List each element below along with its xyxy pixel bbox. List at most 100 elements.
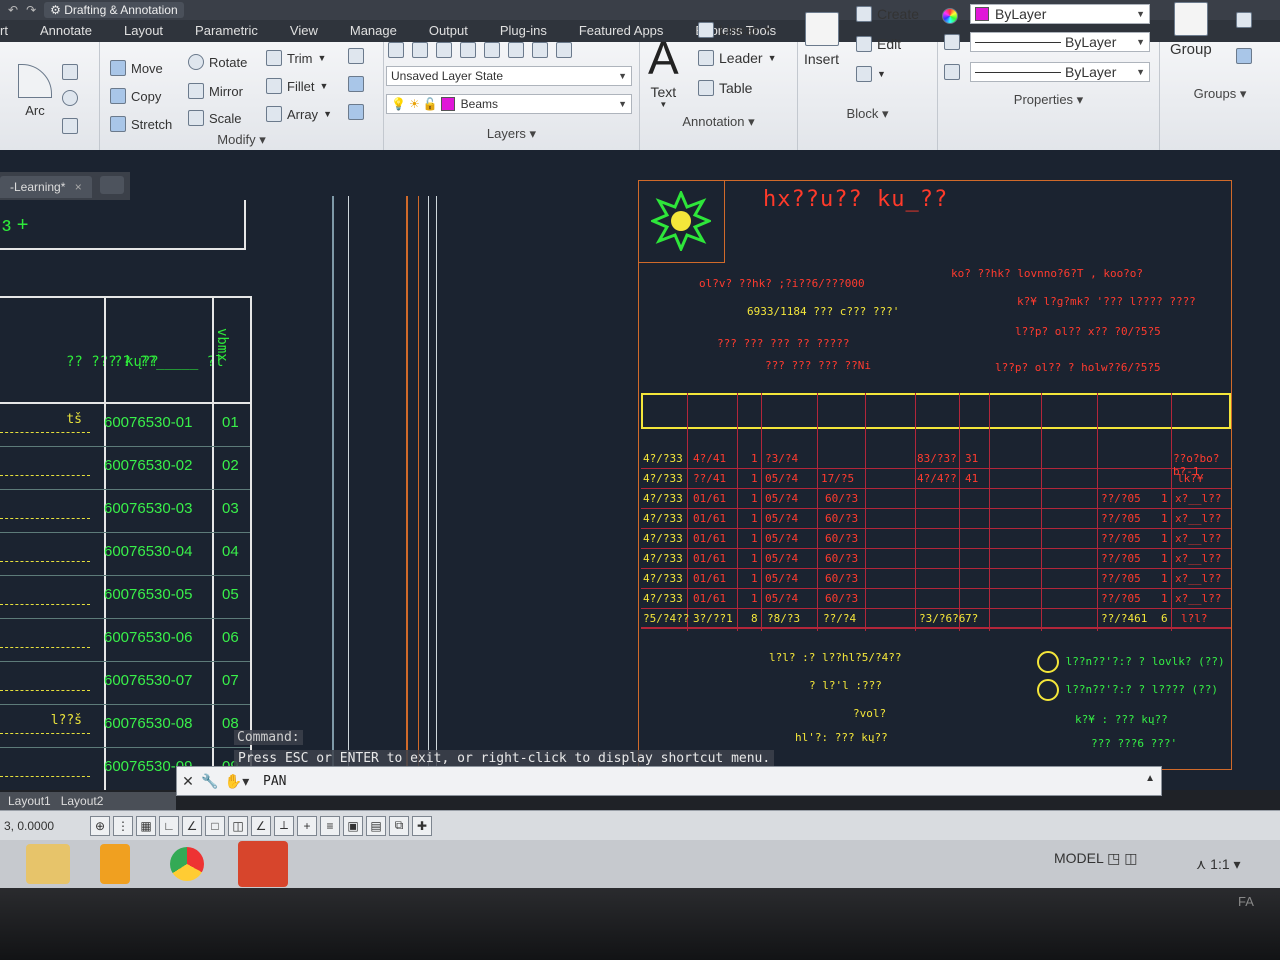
match-properties-button[interactable] [942, 8, 958, 24]
explode-button[interactable] [348, 76, 364, 92]
schedule-table: 4?/?33 4?/41 ?3/?4 1 83/?3? 31 ??o?bo?b?… [641, 393, 1231, 631]
3dosnap-icon[interactable]: ◫ [228, 815, 248, 836]
ortho-icon[interactable]: ∟ [159, 815, 179, 836]
layer-freeze-icon[interactable] [484, 42, 500, 58]
text-button[interactable]: A Text ▼ [648, 32, 679, 109]
scale-button[interactable]: Scale [188, 110, 242, 126]
layer-state-dropdown[interactable]: Unsaved Layer State ▼ [386, 66, 632, 86]
transparency-icon[interactable]: ▣ [343, 815, 363, 836]
command-history-toggle[interactable]: ▲ [1145, 773, 1155, 784]
file-explorer-icon[interactable] [26, 844, 70, 884]
close-icon[interactable]: × [75, 180, 82, 194]
layer-off-icon[interactable] [508, 42, 524, 58]
linetype-dropdown[interactable]: ByLayer ▼ [970, 32, 1150, 52]
layout-tab[interactable]: Layout2 [61, 794, 104, 808]
layout-tab[interactable]: Layout1 [8, 794, 51, 808]
selection-cycling-icon[interactable]: ⧉ [389, 815, 409, 836]
ellipse-button[interactable] [62, 90, 78, 106]
infer-icon[interactable]: ⊕ [90, 815, 110, 836]
polar-icon[interactable]: ∠ [182, 815, 202, 836]
color-dropdown[interactable]: ByLayer ▼ [970, 4, 1150, 24]
tab-home[interactable]: rt [0, 21, 24, 42]
layer-properties-icon[interactable] [388, 42, 404, 58]
info-right-3: l??p? ol?? x?? ?0/?5?5 [1015, 325, 1161, 338]
osnap-icon[interactable]: □ [205, 815, 225, 836]
block-attributes-button[interactable]: ▼ [856, 66, 886, 82]
tab-annotate[interactable]: Annotate [24, 21, 108, 42]
erase-button[interactable] [348, 48, 364, 64]
close-icon[interactable]: ✕ [177, 770, 199, 792]
create-block-button[interactable]: Create [856, 6, 919, 22]
lineweight-icon-button[interactable] [944, 34, 960, 50]
grid-icon[interactable]: ▦ [136, 815, 156, 836]
layer-isolate-icon[interactable] [436, 42, 452, 58]
layer-match-icon[interactable] [412, 42, 428, 58]
edit-block-button[interactable]: Edit [856, 36, 901, 52]
workspace-switcher[interactable]: ⚙ Drafting & Annotation [44, 2, 184, 18]
ducs-icon[interactable]: ⟂ [274, 815, 294, 836]
sketch-mark: ɜ + [2, 214, 29, 236]
wrench-icon[interactable]: 🔧 [199, 770, 221, 792]
layer-unisolate-icon[interactable] [460, 42, 476, 58]
copy-button[interactable]: Copy [110, 88, 161, 104]
trim-button[interactable]: Trim ▼ [266, 50, 326, 66]
dyn-icon[interactable]: + [297, 815, 317, 836]
edit-block-icon [856, 36, 872, 52]
mirror-button[interactable]: Mirror [188, 83, 243, 99]
command-input[interactable]: PAN [263, 774, 286, 789]
tab-output[interactable]: Output [413, 21, 484, 42]
properties-panel-title[interactable]: Properties ▾ [938, 92, 1159, 108]
group-button[interactable]: Group [1170, 2, 1212, 58]
table-row-total: ?5/?4?? 3?/??1 ?8/?3 8 ??/?4 ?3/?6?6 7? … [641, 609, 1231, 629]
snap-icon[interactable]: ⋮ [113, 815, 133, 836]
pan-hand-icon[interactable]: ✋▾ [221, 770, 253, 792]
new-tab-button[interactable] [100, 176, 124, 194]
annotation-monitor-icon[interactable]: ✚ [412, 815, 432, 836]
quick-properties-icon[interactable]: ▤ [366, 815, 386, 836]
list-button[interactable] [944, 64, 960, 80]
layers-panel-title[interactable]: Layers ▾ [384, 126, 639, 142]
layer-dropdown[interactable]: 💡 ☀ 🔓 Beams ▼ [386, 94, 632, 114]
group-select-button[interactable] [1236, 48, 1252, 64]
lineweight-toggle-icon[interactable]: ≡ [320, 815, 340, 836]
modify-panel-title[interactable]: Modify ▾ [100, 132, 383, 148]
arc-button[interactable]: Arc [18, 64, 52, 118]
media-player-icon[interactable] [100, 844, 130, 884]
file-tab[interactable]: -Learning* × [0, 176, 92, 198]
layer-lock-icon[interactable] [532, 42, 548, 58]
tab-view[interactable]: View [274, 21, 334, 42]
linear-dimension-button[interactable]: Linear ▼ [698, 22, 772, 38]
annotation-panel-title[interactable]: Annotation ▾ [640, 114, 797, 130]
array-button[interactable]: Array ▼ [266, 106, 332, 122]
tab-manage[interactable]: Manage [334, 21, 413, 42]
linetype-preview [975, 41, 1061, 43]
command-line[interactable]: ✕ 🔧 ✋▾ PAN ▲ [176, 766, 1162, 796]
stretch-button[interactable]: Stretch [110, 116, 172, 132]
fillet-button[interactable]: Fillet ▼ [266, 78, 328, 94]
block-panel-title[interactable]: Block ▾ [798, 106, 937, 122]
rotate-button[interactable]: Rotate [188, 54, 247, 70]
move-button[interactable]: Move [110, 60, 163, 76]
rectangle-button[interactable] [62, 64, 78, 80]
tab-layout[interactable]: Layout [108, 21, 179, 42]
chrome-icon[interactable] [170, 847, 204, 881]
row-code: 60076530-03 [104, 500, 193, 517]
layer-unlock-icon[interactable] [556, 42, 572, 58]
autocad-icon[interactable] [238, 841, 288, 887]
undo-icon[interactable]: ↶ [8, 3, 18, 17]
groups-panel-title[interactable]: Groups ▾ [1160, 86, 1280, 102]
tab-plugins[interactable]: Plug-ins [484, 21, 563, 42]
lineweight-dropdown[interactable]: ByLayer ▼ [970, 62, 1150, 82]
model-space-toggle[interactable]: MODEL ◳ ◫ [1054, 850, 1138, 867]
annotation-scale[interactable]: ⋏ 1:1 ▾ [1196, 856, 1241, 873]
insert-button[interactable]: Insert [804, 12, 839, 67]
table-button[interactable]: Table [698, 80, 752, 96]
ungroup-button[interactable] [1236, 12, 1252, 28]
leader-button[interactable]: Leader ▼ [698, 50, 777, 66]
sun-icon: ☀ [408, 97, 420, 111]
otrack-icon[interactable]: ∠ [251, 815, 271, 836]
hatch-button[interactable] [62, 118, 78, 134]
offset-button[interactable] [348, 104, 364, 120]
redo-icon[interactable]: ↷ [26, 3, 36, 17]
tab-parametric[interactable]: Parametric [179, 21, 274, 42]
